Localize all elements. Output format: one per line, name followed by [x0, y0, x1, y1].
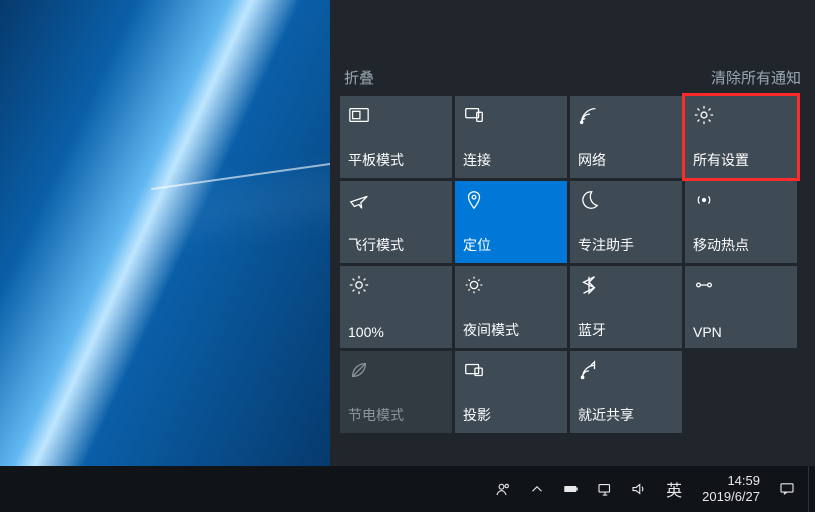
tile-network[interactable]: 网络 [570, 96, 682, 178]
sun-icon [348, 274, 370, 296]
tile-mobile-hotspot[interactable]: 移动热点 [685, 181, 797, 263]
tile-nearby-sharing[interactable]: 就近共享 [570, 351, 682, 433]
tray-chevron-up-icon[interactable] [520, 466, 554, 512]
quick-actions-grid: 平板模式 连接 网络 所有设置 飞行模式 定位 [330, 96, 815, 433]
action-center-panel: 折叠 清除所有通知 平板模式 连接 网络 所有设置 飞行模式 [330, 0, 815, 466]
hotspot-icon [693, 189, 715, 211]
tile-label: 节电模式 [348, 405, 444, 425]
tile-label: 专注助手 [578, 235, 674, 255]
tile-airplane-mode[interactable]: 飞行模式 [340, 181, 452, 263]
tray-ime-indicator[interactable]: 英 [656, 466, 692, 512]
airplane-icon [348, 189, 370, 211]
tile-connect[interactable]: 连接 [455, 96, 567, 178]
tile-location[interactable]: 定位 [455, 181, 567, 263]
tile-label: 蓝牙 [578, 320, 674, 340]
tile-label: 网络 [578, 150, 674, 170]
project-icon [463, 359, 485, 381]
tile-label: VPN [693, 324, 789, 340]
tray-clock[interactable]: 14:59 2019/6/27 [692, 466, 770, 512]
tray-volume-icon[interactable] [622, 466, 656, 512]
vpn-icon [693, 274, 715, 296]
tile-label: 100% [348, 324, 444, 340]
tray-action-center-icon[interactable] [770, 466, 804, 512]
tile-vpn[interactable]: VPN [685, 266, 797, 348]
connect-icon [463, 104, 485, 126]
moon-icon [578, 189, 600, 211]
share-icon [578, 359, 600, 381]
tile-label: 连接 [463, 150, 559, 170]
tile-bluetooth[interactable]: 蓝牙 [570, 266, 682, 348]
location-icon [463, 189, 485, 211]
network-icon [578, 104, 600, 126]
collapse-link[interactable]: 折叠 [344, 67, 374, 88]
taskbar: 英 14:59 2019/6/27 [0, 466, 815, 512]
show-desktop-button[interactable] [808, 466, 815, 512]
tile-night-light[interactable]: 夜间模式 [455, 266, 567, 348]
tablet-icon [348, 104, 370, 126]
nightlight-icon [463, 274, 485, 296]
tile-label: 就近共享 [578, 405, 674, 425]
desktop-wallpaper[interactable] [0, 0, 330, 466]
bluetooth-icon [578, 274, 600, 296]
tray-battery-icon[interactable] [554, 466, 588, 512]
clear-all-link[interactable]: 清除所有通知 [711, 67, 801, 88]
tile-label: 定位 [463, 235, 559, 255]
tile-brightness[interactable]: 100% [340, 266, 452, 348]
leaf-icon [348, 359, 370, 381]
tray-people-icon[interactable] [486, 466, 520, 512]
tray-time: 14:59 [727, 473, 760, 489]
tile-label: 所有设置 [693, 150, 789, 170]
tile-label: 飞行模式 [348, 235, 444, 255]
tile-tablet-mode[interactable]: 平板模式 [340, 96, 452, 178]
tile-focus-assist[interactable]: 专注助手 [570, 181, 682, 263]
tray-date: 2019/6/27 [702, 489, 760, 505]
tile-all-settings[interactable]: 所有设置 [685, 96, 797, 178]
tile-label: 投影 [463, 405, 559, 425]
tile-label: 夜间模式 [463, 320, 559, 340]
tile-label: 移动热点 [693, 235, 789, 255]
tray-network-icon[interactable] [588, 466, 622, 512]
tile-label: 平板模式 [348, 150, 444, 170]
tile-project[interactable]: 投影 [455, 351, 567, 433]
tile-battery-saver[interactable]: 节电模式 [340, 351, 452, 433]
gear-icon [693, 104, 715, 126]
